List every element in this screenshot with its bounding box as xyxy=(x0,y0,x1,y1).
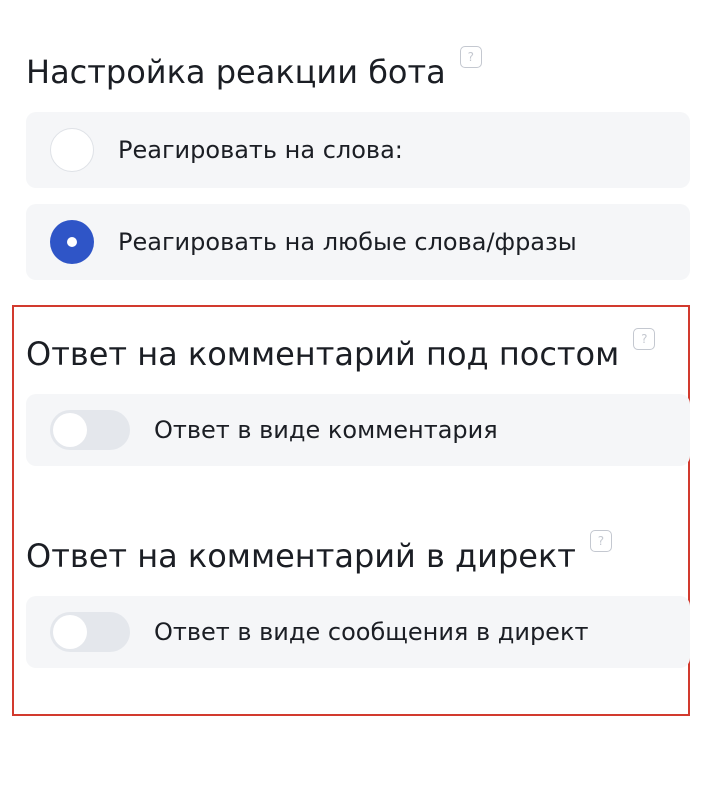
direct-reply-section-header: Ответ на комментарий в директ ? xyxy=(26,530,612,576)
reaction-option-keywords-label: Реагировать на слова: xyxy=(118,136,403,164)
direct-reply-toggle-label: Ответ в виде сообщения в директ xyxy=(154,618,589,646)
radio-selected-icon[interactable] xyxy=(50,220,94,264)
comment-reply-toggle[interactable] xyxy=(50,410,130,450)
comment-reply-section-header: Ответ на комментарий под постом ? xyxy=(26,328,656,374)
toggle-knob xyxy=(53,413,87,447)
comment-reply-title: Ответ на комментарий под постом xyxy=(26,335,620,373)
reaction-option-keywords[interactable]: Реагировать на слова: xyxy=(26,112,690,188)
bot-reaction-title: Настройка реакции бота xyxy=(26,53,446,91)
reaction-option-any-words-label: Реагировать на любые слова/фразы xyxy=(118,228,577,256)
direct-reply-toggle-row[interactable]: Ответ в виде сообщения в директ xyxy=(26,596,690,668)
comment-reply-toggle-label: Ответ в виде комментария xyxy=(154,416,498,444)
bot-reaction-section-header: Настройка реакции бота ? xyxy=(26,46,482,92)
help-icon[interactable]: ? xyxy=(633,328,656,350)
help-icon[interactable]: ? xyxy=(589,530,612,552)
direct-reply-toggle[interactable] xyxy=(50,612,130,652)
toggle-knob xyxy=(53,615,87,649)
radio-unselected-icon[interactable] xyxy=(50,128,94,172)
direct-reply-title: Ответ на комментарий в директ xyxy=(26,537,576,575)
radio-dot xyxy=(67,237,77,247)
comment-reply-toggle-row[interactable]: Ответ в виде комментария xyxy=(26,394,690,466)
reaction-option-any-words[interactable]: Реагировать на любые слова/фразы xyxy=(26,204,690,280)
help-icon[interactable]: ? xyxy=(459,46,482,68)
